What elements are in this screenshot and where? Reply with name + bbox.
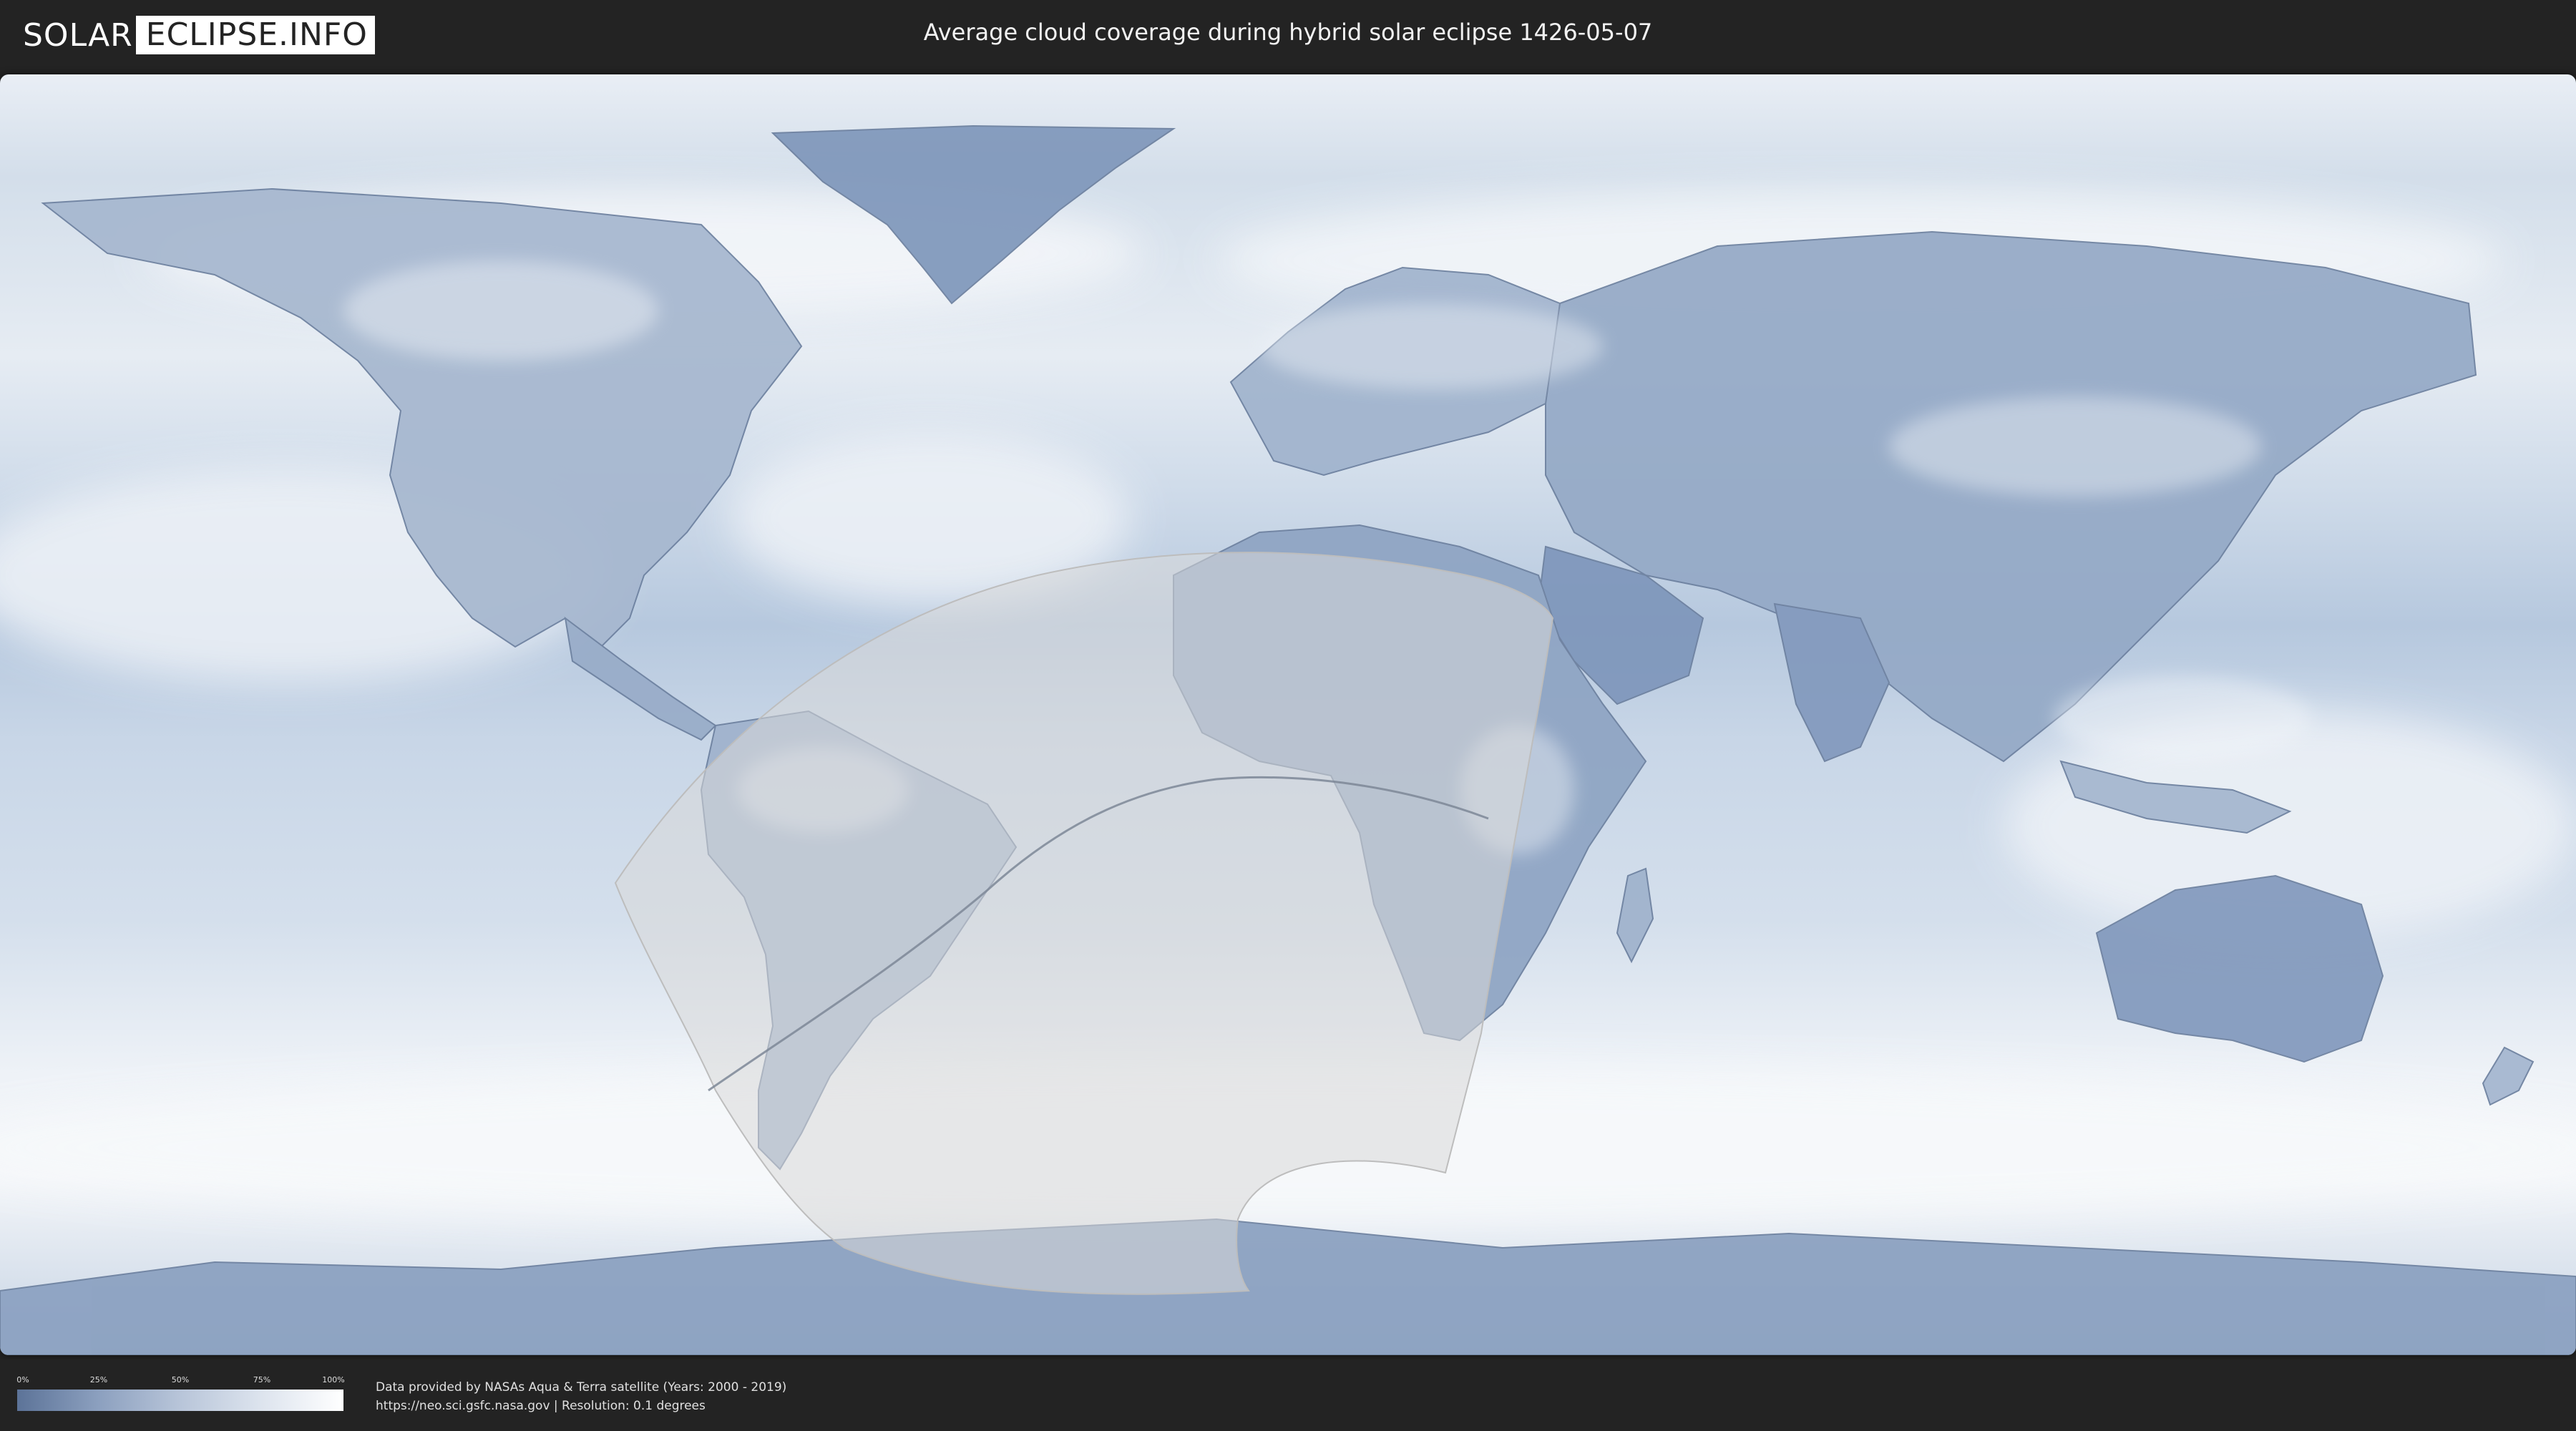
credit-line-source: Data provided by NASAs Aqua & Terra sate… [376,1380,787,1395]
data-credits: Data provided by NASAs Aqua & Terra sate… [376,1378,786,1415]
header-bar: SOLAR ECLIPSE.INFO Average cloud coverag… [0,0,2576,70]
footer-bar: 0% 25% 50% 75% 100% Data provided by NAS… [0,1359,2576,1431]
legend-tick-50: 50% [171,1375,190,1384]
cloud-coverage-map[interactable] [0,74,2576,1355]
legend-ticks: 0% 25% 50% 75% 100% [16,1375,345,1387]
legend-gradient-bar [17,1390,343,1411]
credit-line-url[interactable]: https://neo.sci.gsfc.nasa.gov | Resoluti… [376,1397,786,1415]
cloud-coverage-legend: 0% 25% 50% 75% 100% [16,1375,345,1411]
legend-tick-100: 100% [322,1375,345,1384]
legend-tick-25: 25% [89,1375,108,1384]
world-map-svg [0,74,2576,1355]
legend-tick-75: 75% [253,1375,271,1384]
page-title: Average cloud coverage during hybrid sol… [923,19,1653,46]
legend-tick-0: 0% [16,1375,29,1384]
